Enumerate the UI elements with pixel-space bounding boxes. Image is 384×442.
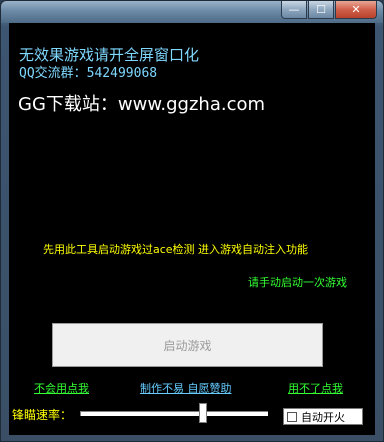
site-text: GG下载站：www.ggzha.com — [18, 94, 266, 115]
troubleshoot-link[interactable]: 用不了点我 — [288, 380, 343, 396]
help-link[interactable]: 不会用点我 — [34, 380, 89, 396]
title-bar[interactable]: — ☐ ✕ — [1, 1, 383, 23]
donate-link[interactable]: 制作不易 自愿赞助 — [140, 380, 232, 396]
auto-fire-toggle[interactable]: 自动开火 — [283, 408, 363, 425]
close-button[interactable]: ✕ — [335, 1, 377, 19]
aim-speed-slider[interactable] — [77, 403, 271, 425]
aim-speed-label: 锋瞄速率： — [12, 408, 73, 422]
start-game-button[interactable]: 启动游戏 — [52, 323, 323, 367]
window-controls: — ☐ ✕ — [281, 1, 377, 19]
auto-fire-label: 自动开火 — [301, 410, 345, 424]
manual-start-hint: 请手动启动一次游戏 — [248, 276, 347, 289]
app-window: — ☐ ✕ 无效果游戏请开全屏窗口化 QQ交流群：542499068 GG下载站… — [0, 0, 384, 442]
auto-fire-checkbox[interactable] — [287, 411, 297, 422]
qq-group-text: QQ交流群：542499068 — [19, 66, 158, 81]
maximize-button[interactable]: ☐ — [308, 1, 334, 19]
minimize-button[interactable]: — — [281, 1, 307, 19]
slider-track[interactable] — [80, 411, 268, 416]
slider-thumb[interactable] — [198, 403, 207, 423]
ace-notice-text: 先用此工具启动游戏过ace检测 进入游戏自动注入功能 — [43, 243, 309, 256]
client-area: 无效果游戏请开全屏窗口化 QQ交流群：542499068 GG下载站：www.g… — [9, 23, 375, 435]
